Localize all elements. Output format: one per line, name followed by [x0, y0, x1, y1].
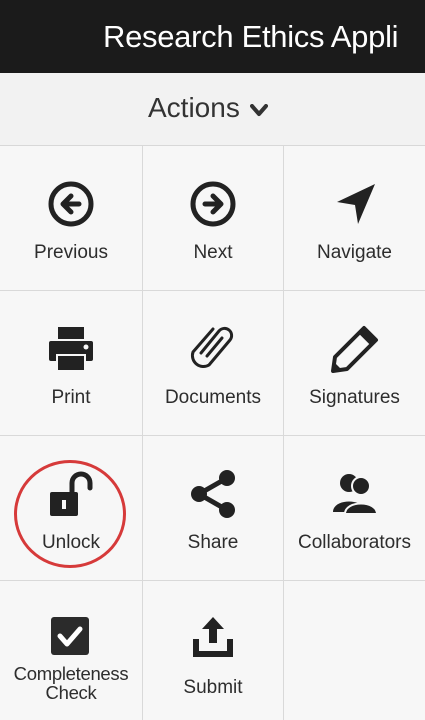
paperclip-icon	[187, 323, 239, 375]
check-square-icon	[45, 613, 97, 665]
actions-dropdown-toggle[interactable]: Actions	[0, 73, 425, 146]
signatures-button[interactable]: Signatures	[284, 291, 425, 436]
documents-label: Documents	[164, 387, 262, 408]
signatures-label: Signatures	[309, 387, 400, 408]
chevron-down-icon	[250, 104, 268, 118]
submit-button[interactable]: Submit	[143, 581, 284, 720]
unlock-label: Unlock	[41, 532, 101, 553]
page-title: Research Ethics Appli	[103, 19, 399, 54]
share-icon	[187, 468, 239, 520]
completeness-check-button[interactable]: Completeness Check	[0, 581, 143, 720]
users-icon	[329, 468, 381, 520]
arrow-circle-right-icon	[187, 178, 239, 230]
printer-icon	[45, 323, 97, 375]
unlock-button[interactable]: Unlock	[0, 436, 143, 581]
arrow-circle-left-icon	[45, 178, 97, 230]
navigate-label: Navigate	[317, 242, 392, 263]
collaborators-label: Collaborators	[298, 532, 411, 553]
unlock-icon	[45, 468, 97, 520]
completeness-check-label: Completeness Check	[13, 663, 129, 703]
actions-panel: Research Ethics Appli Actions Previous N…	[0, 0, 425, 720]
navigate-button[interactable]: Navigate	[284, 146, 425, 291]
title-bar: Research Ethics Appli	[0, 0, 425, 73]
next-label: Next	[193, 242, 233, 263]
previous-button[interactable]: Previous	[0, 146, 143, 291]
collaborators-button[interactable]: Collaborators	[284, 436, 425, 581]
print-label: Print	[51, 387, 91, 408]
documents-button[interactable]: Documents	[143, 291, 284, 436]
next-button[interactable]: Next	[143, 146, 284, 291]
pencil-icon	[329, 323, 381, 375]
empty-tile	[284, 581, 425, 720]
actions-grid: Previous Next Navigate Print Documents S…	[0, 146, 425, 720]
location-arrow-icon	[329, 178, 381, 230]
share-label: Share	[187, 532, 239, 553]
submit-label: Submit	[183, 677, 243, 698]
actions-label: Actions	[148, 92, 240, 123]
upload-icon	[187, 613, 239, 665]
print-button[interactable]: Print	[0, 291, 143, 436]
previous-label: Previous	[34, 242, 108, 263]
share-button[interactable]: Share	[143, 436, 284, 581]
